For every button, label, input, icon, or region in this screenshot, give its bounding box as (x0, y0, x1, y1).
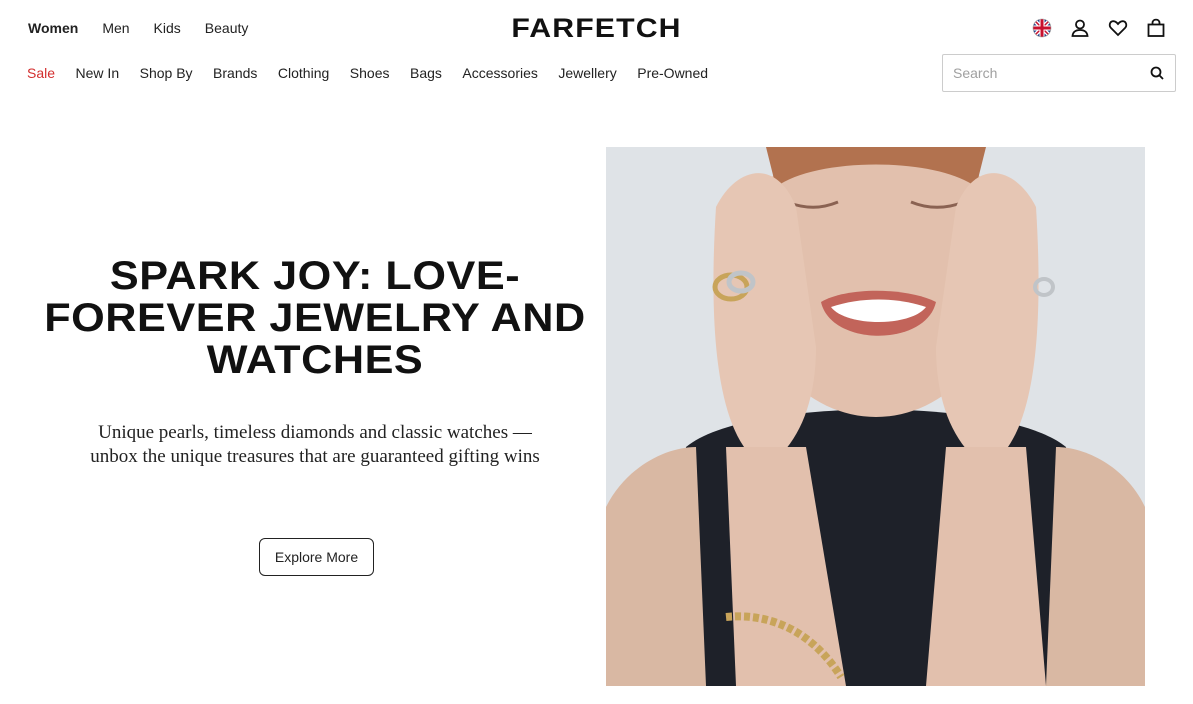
search-input[interactable] (953, 65, 1149, 81)
category-nav: Sale New In Shop By Brands Clothing Shoe… (27, 64, 729, 82)
hero-text-block: SPARK JOY: LOVE-FOREVER JEWELRY AND WATC… (44, 255, 585, 576)
search-box (942, 54, 1176, 92)
shopping-bag-icon[interactable] (1145, 17, 1167, 39)
category-accessories[interactable]: Accessories (462, 64, 537, 82)
category-new-in[interactable]: New In (76, 64, 120, 82)
gender-nav-women[interactable]: Women (28, 19, 78, 37)
model-with-rings-and-bracelet-image[interactable] (606, 147, 1145, 686)
category-brands[interactable]: Brands (213, 64, 257, 82)
gender-nav-kids[interactable]: Kids (154, 19, 181, 37)
hero-title: SPARK JOY: LOVE-FOREVER JEWELRY AND WATC… (44, 254, 586, 382)
wishlist-heart-icon[interactable] (1107, 17, 1129, 39)
gender-nav: Women Men Kids Beauty (28, 19, 272, 37)
uk-flag-icon[interactable] (1031, 17, 1053, 39)
category-clothing[interactable]: Clothing (278, 64, 329, 82)
account-icon[interactable] (1069, 17, 1091, 39)
category-bags[interactable]: Bags (410, 64, 442, 82)
category-pre-owned[interactable]: Pre-Owned (637, 64, 708, 82)
category-shoes[interactable]: Shoes (350, 64, 390, 82)
brand-logo[interactable]: FARFETCH (497, 13, 695, 43)
gender-nav-beauty[interactable]: Beauty (205, 19, 249, 37)
category-sale[interactable]: Sale (27, 64, 55, 82)
gender-nav-men[interactable]: Men (102, 19, 129, 37)
category-shop-by[interactable]: Shop By (140, 64, 193, 82)
search-icon[interactable] (1149, 65, 1165, 81)
header-icons (1031, 17, 1167, 39)
hero-subtitle: Unique pearls, timeless diamonds and cla… (90, 422, 540, 467)
category-jewellery[interactable]: Jewellery (558, 64, 616, 82)
explore-more-button[interactable]: Explore More (259, 538, 374, 576)
